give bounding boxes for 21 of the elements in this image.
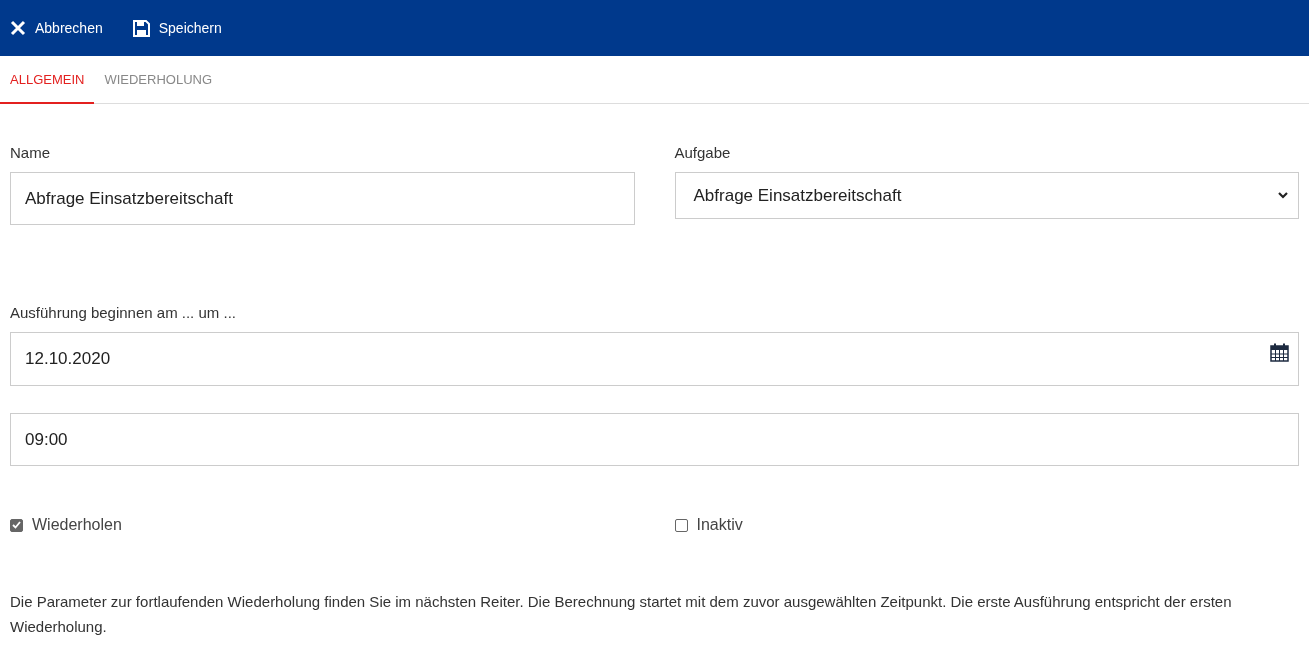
cancel-button[interactable]: Abbrechen xyxy=(10,20,103,36)
checkbox-option[interactable]: Wiederholen xyxy=(10,516,635,534)
close-icon xyxy=(10,20,26,36)
name-input[interactable]: Abfrage Einsatzbereitschaft xyxy=(10,172,635,225)
chevron-down-icon xyxy=(1278,192,1288,199)
checkbox-label: Wiederholen xyxy=(32,516,122,534)
date-input[interactable]: 12.10.2020 xyxy=(10,332,1299,386)
time-input[interactable]: 09:00 xyxy=(10,413,1299,466)
checkbox-label: Inaktiv xyxy=(696,516,743,534)
task-select[interactable]: Abfrage Einsatzbereitschaft xyxy=(674,172,1299,219)
save-button[interactable]: Speichern xyxy=(132,19,222,37)
tab[interactable]: WIEDERHOLUNG xyxy=(94,56,223,104)
tab[interactable]: ALLGEMEIN xyxy=(0,56,95,104)
field-label: Aufgabe xyxy=(674,144,732,162)
checkbox[interactable] xyxy=(10,518,23,532)
checkbox[interactable] xyxy=(674,518,688,532)
field-label: Name xyxy=(10,144,51,162)
checkbox-option[interactable]: Inaktiv xyxy=(674,516,1299,534)
field-label: Ausführung beginnen am ... um ... xyxy=(10,304,237,322)
calendar-icon xyxy=(1270,343,1289,362)
info-text: Die Parameter zur fortlaufenden Wiederholung finden Sie im nächsten Reiter. Die Berechnung startet mit dem zuvor ausgewählten Zeitpunkt. Die erste Ausführung entspricht der ersten Wiederholung. xyxy=(10,592,1233,637)
